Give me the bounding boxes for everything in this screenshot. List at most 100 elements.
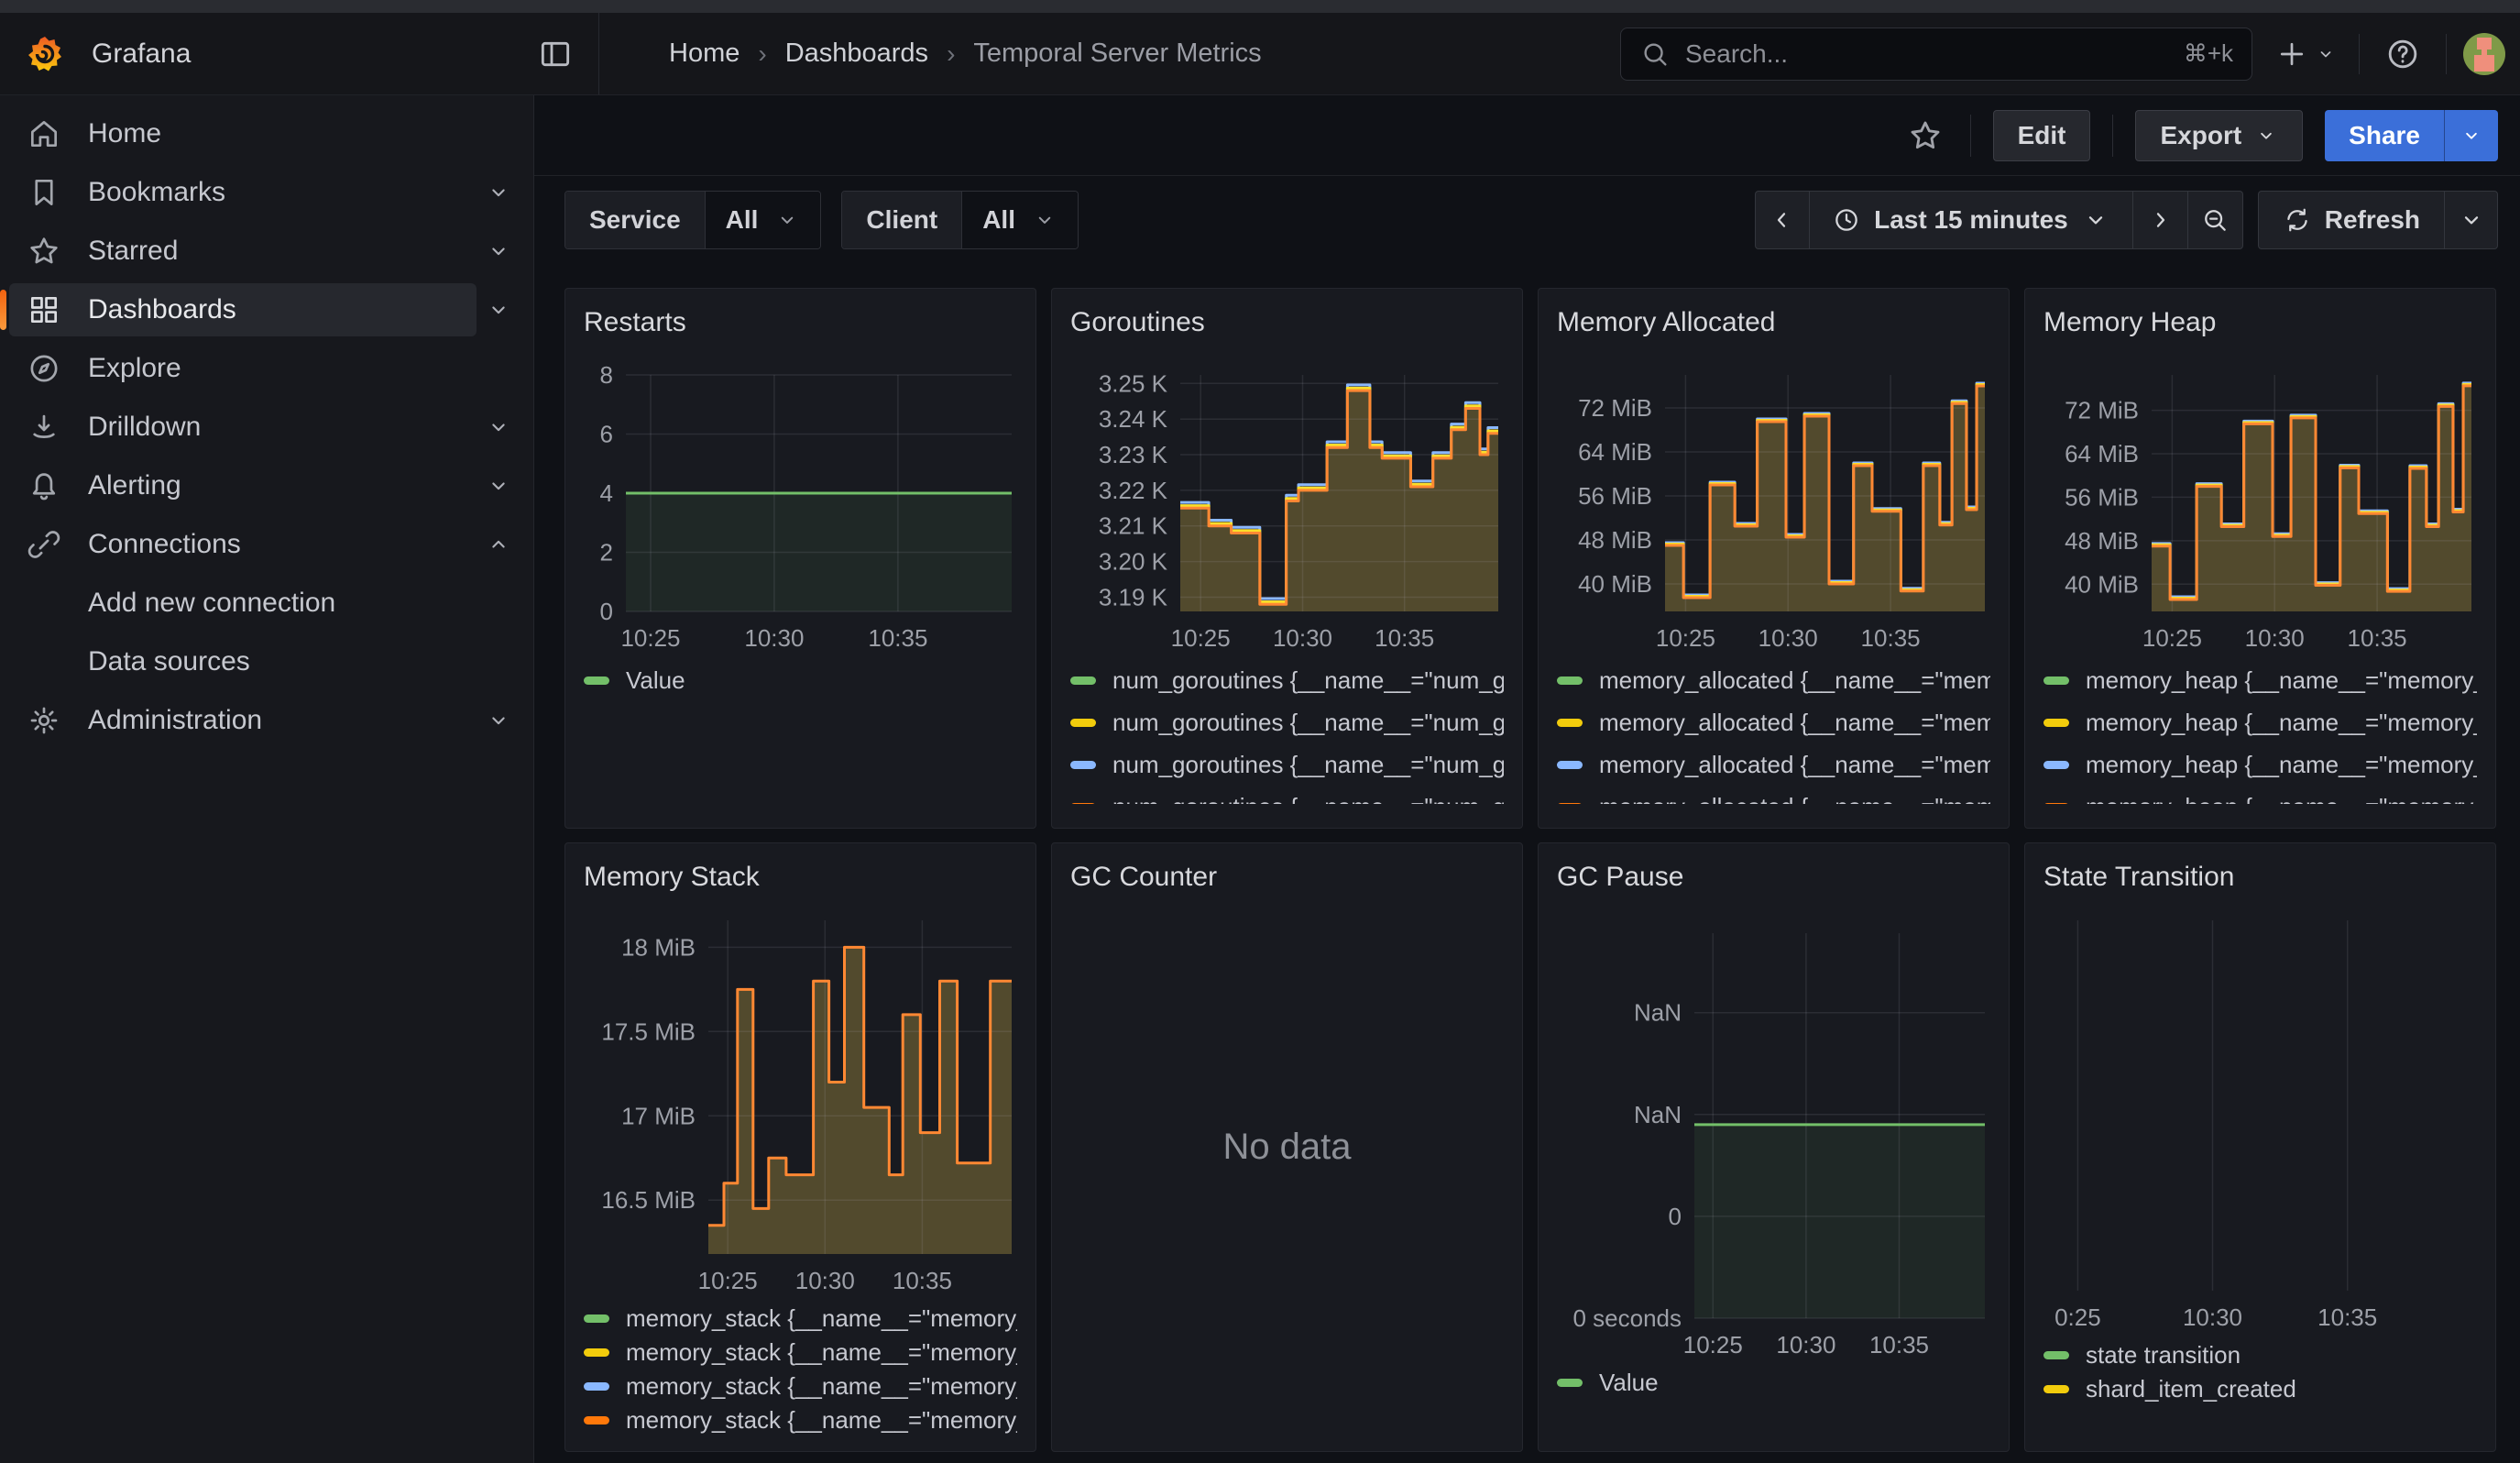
chevron-down-icon: [485, 296, 512, 324]
time-shift-forward-button[interactable]: [2133, 191, 2188, 249]
sidebar-item-label: Home: [88, 118, 161, 149]
panel-chart[interactable]: 0:2510:3010:35: [2043, 902, 2479, 1333]
svg-text:64 MiB: 64 MiB: [2065, 440, 2139, 468]
breadcrumb-item[interactable]: Home: [669, 38, 740, 69]
search-input[interactable]: Search... ⌘+k: [1620, 28, 2252, 81]
star-icon: [27, 234, 61, 269]
refresh-interval-dropdown[interactable]: [2445, 191, 2498, 249]
legend-item[interactable]: memory_heap {__name__="memory_h: [2043, 701, 2477, 743]
panel-chart[interactable]: 0246810:2510:3010:35: [584, 347, 1019, 654]
panel-title[interactable]: Goroutines: [1070, 307, 1504, 338]
panel-title[interactable]: Memory Stack: [584, 862, 1017, 893]
sidebar-item-administration[interactable]: Administration: [9, 694, 477, 747]
sidebar-expand-button[interactable]: [477, 698, 520, 742]
sidebar-expand-button[interactable]: [477, 170, 520, 214]
panel-chart[interactable]: NaNNaN00 seconds10:2510:3010:35: [1557, 902, 1992, 1360]
svg-text:10:30: 10:30: [2183, 1304, 2242, 1331]
share-dropdown-button[interactable]: [2444, 110, 2498, 161]
sidebar-expand-button[interactable]: [477, 229, 520, 273]
sidebar-expand-button[interactable]: [477, 464, 520, 508]
sidebar-item-dashboards[interactable]: Dashboards: [9, 283, 477, 336]
legend-item[interactable]: memory_heap {__name__="memory_h: [2043, 659, 2477, 701]
legend-item[interactable]: num_goroutines {__name__="num_go: [1070, 659, 1504, 701]
svg-text:17.5 MiB: 17.5 MiB: [601, 1018, 696, 1045]
breadcrumb-item[interactable]: Temporal Server Metrics: [973, 38, 1261, 69]
panel-title[interactable]: State Transition: [2043, 862, 2477, 893]
sidebar-row-alerting: Alerting: [0, 456, 533, 515]
dashboard-canvas: ServiceAllClientAll Last 15 minutes Refr…: [534, 176, 2520, 1463]
sidebar: Home Bookmarks StarredDashboards Explore Dri…: [0, 95, 534, 1463]
panel-chart[interactable]: 16.5 MiB17 MiB17.5 MiB18 MiB10:2510:3010…: [584, 902, 1019, 1296]
breadcrumb-item[interactable]: Dashboards: [785, 38, 928, 69]
sidebar-expand-button[interactable]: [477, 522, 520, 566]
share-button[interactable]: Share: [2325, 110, 2444, 161]
refresh-group: Refresh: [2258, 191, 2498, 249]
panel-title[interactable]: Memory Allocated: [1557, 307, 1990, 338]
legend-item[interactable]: num_goroutines {__name__="num_go: [1070, 786, 1504, 804]
avatar[interactable]: [2463, 33, 2505, 75]
legend-item[interactable]: Value: [1557, 1366, 1990, 1400]
legend-item[interactable]: memory_allocated {__name__="memc: [1557, 786, 1990, 804]
panel-title[interactable]: Restarts: [584, 307, 1017, 338]
legend-item[interactable]: Value: [584, 659, 1017, 701]
grafana-logo: [24, 33, 66, 75]
legend-label: memory_heap {__name__="memory_h: [2086, 666, 2477, 695]
filter-value-dropdown[interactable]: All: [962, 192, 1078, 248]
panel-chart[interactable]: 3.19 K3.20 K3.21 K3.22 K3.23 K3.24 K3.25…: [1070, 347, 1506, 654]
legend-item[interactable]: memory_heap {__name__="memory_h: [2043, 786, 2477, 804]
legend-item[interactable]: state transition: [2043, 1338, 2477, 1372]
sidebar-expand-button[interactable]: [477, 288, 520, 332]
sidebar-toggle-button[interactable]: [529, 28, 582, 81]
svg-text:40 MiB: 40 MiB: [1578, 570, 1652, 598]
panel-title[interactable]: GC Pause: [1557, 862, 1990, 893]
svg-text:3.24 K: 3.24 K: [1099, 405, 1168, 433]
sidebar-row-home: Home: [0, 104, 533, 163]
refresh-button[interactable]: Refresh: [2258, 191, 2445, 249]
sidebar-item-starred[interactable]: Starred: [9, 225, 477, 278]
sidebar-row-explore: Explore: [0, 339, 533, 398]
panel-chart[interactable]: 40 MiB48 MiB56 MiB64 MiB72 MiB10:2510:30…: [1557, 347, 1992, 654]
sidebar-row-connections: Connections: [0, 515, 533, 574]
panel-legend: num_goroutines {__name__="num_gonum_goro…: [1070, 659, 1504, 804]
svg-text:10:35: 10:35: [1375, 624, 1434, 652]
legend-label: memory_allocated {__name__="memc: [1599, 793, 1990, 805]
legend-item[interactable]: memory_allocated {__name__="memc: [1557, 659, 1990, 701]
panel-title[interactable]: Memory Heap: [2043, 307, 2477, 338]
zoom-out-button[interactable]: [2188, 191, 2243, 249]
legend-label: memory_heap {__name__="memory_h: [2086, 793, 2477, 805]
sidebar-item-connections[interactable]: Connections: [9, 518, 477, 571]
legend-item[interactable]: num_goroutines {__name__="num_go: [1070, 701, 1504, 743]
time-range-picker[interactable]: Last 15 minutes: [1810, 191, 2133, 249]
filter-service: ServiceAll: [564, 191, 821, 249]
filter-value-dropdown[interactable]: All: [706, 192, 821, 248]
legend-item[interactable]: memory_heap {__name__="memory_h: [2043, 743, 2477, 786]
legend-item[interactable]: num_goroutines {__name__="num_go: [1070, 743, 1504, 786]
sidebar-item-add-new-connection[interactable]: Add new connection: [9, 577, 520, 630]
sidebar-item-drilldown[interactable]: Drilldown: [9, 401, 477, 454]
time-shift-back-button[interactable]: [1755, 191, 1810, 249]
panel-legend: Value: [1557, 1366, 1990, 1400]
legend-item[interactable]: memory_allocated {__name__="memc: [1557, 743, 1990, 786]
legend-item[interactable]: memory_stack {__name__="memory_s: [584, 1370, 1017, 1403]
legend-item[interactable]: memory_stack {__name__="memory_s: [584, 1336, 1017, 1370]
legend-item[interactable]: shard_item_created: [2043, 1372, 2477, 1406]
edit-button[interactable]: Edit: [1993, 110, 2091, 161]
sidebar-expand-button[interactable]: [477, 405, 520, 449]
sidebar-item-explore[interactable]: Explore: [9, 342, 520, 395]
sidebar-item-home[interactable]: Home: [9, 107, 520, 160]
legend-item[interactable]: memory_allocated {__name__="memc: [1557, 701, 1990, 743]
chevron-down-icon: [485, 179, 512, 206]
legend-item[interactable]: memory_stack {__name__="memory_s: [584, 1403, 1017, 1437]
window-top-strip: [0, 0, 2520, 13]
legend-swatch: [2043, 803, 2069, 805]
help-button[interactable]: [2376, 28, 2429, 81]
sidebar-item-bookmarks[interactable]: Bookmarks: [9, 166, 477, 219]
search-placeholder: Search...: [1685, 39, 1788, 69]
sidebar-item-data-sources[interactable]: Data sources: [9, 635, 520, 688]
sidebar-item-alerting[interactable]: Alerting: [9, 459, 477, 512]
export-button[interactable]: Export: [2135, 110, 2303, 161]
panel-chart[interactable]: 40 MiB48 MiB56 MiB64 MiB72 MiB10:2510:30…: [2043, 347, 2479, 654]
favorite-star-button[interactable]: [1902, 113, 1948, 159]
legend-item[interactable]: memory_stack {__name__="memory_s: [584, 1302, 1017, 1336]
add-new-button[interactable]: [2269, 37, 2342, 72]
